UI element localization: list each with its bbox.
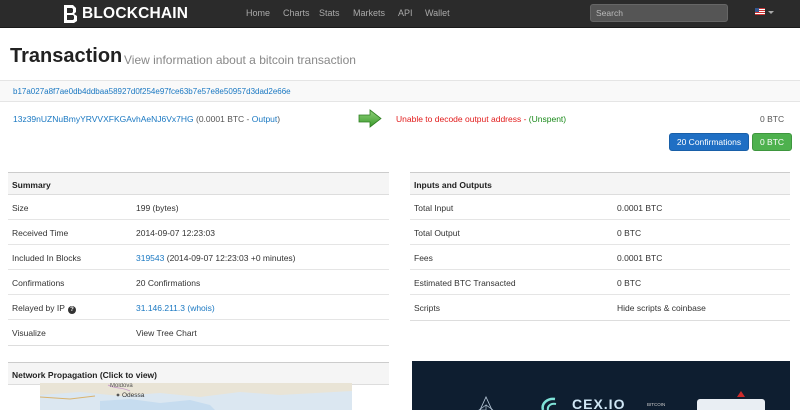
tree-chart-link[interactable]: View Tree Chart: [136, 328, 197, 338]
received-label: Received Time: [12, 228, 69, 238]
ad-tag-text: BITCOIN: [647, 402, 666, 407]
total-output-label: Total Output: [414, 228, 460, 238]
blocks-value: 319543 (2014-09-07 12:23:03 +0 minutes): [136, 253, 296, 263]
relayed-label-text: Relayed by IP: [12, 303, 65, 313]
output-amount: 0 BTC: [760, 114, 785, 124]
relay-ip-link[interactable]: 31.146.211.3: [136, 303, 185, 313]
propagation-heading[interactable]: Network Propagation (Click to view): [8, 363, 389, 385]
table-row: Received Time 2014-09-07 12:23:03: [8, 220, 389, 245]
propagation-panel: Network Propagation (Click to view): [8, 362, 389, 385]
relayed-value: 31.146.211.3 (whois): [136, 303, 215, 313]
question-icon[interactable]: ?: [67, 306, 76, 314]
output-status: (Unspent): [528, 114, 567, 124]
block-height-link[interactable]: 319543: [136, 253, 164, 263]
total-btc-button[interactable]: 0 BTC: [752, 133, 792, 151]
transaction-input: 13z39nUZNuBmyYRVVXFKGAvhAeNJ6Vx7HG (0.00…: [13, 114, 280, 124]
input-amount-close: ): [277, 114, 281, 124]
page-title: Transaction: [10, 45, 123, 67]
table-row: Relayed by IP? 31.146.211.3 (whois): [8, 295, 389, 320]
table-row: Total Output 0 BTC: [410, 220, 790, 245]
ad-brand-text: CEX.IO: [572, 396, 626, 410]
io-heading: Inputs and Outputs: [410, 173, 790, 195]
input-output-link[interactable]: Output: [252, 114, 278, 124]
confirmations-value: 20 Confirmations: [136, 278, 201, 288]
nav-charts[interactable]: Charts: [283, 8, 310, 18]
output-separator: -: [521, 114, 529, 124]
visualize-label: Visualize: [12, 328, 46, 338]
table-row: Estimated BTC Transacted 0 BTC: [410, 270, 790, 295]
us-flag-icon[interactable]: [755, 8, 765, 15]
relayed-label: Relayed by IP?: [12, 303, 76, 314]
transaction-output: Unable to decode output address - (Unspe…: [396, 114, 566, 124]
summary-heading: Summary: [8, 173, 389, 195]
propagation-map[interactable]: Moldova Odessa: [40, 383, 352, 410]
table-row: Total Input 0.0001 BTC: [410, 195, 790, 220]
map-label-moldova: Moldova: [110, 383, 133, 389]
estimated-label: Estimated BTC Transacted: [414, 278, 516, 288]
confirmations-button[interactable]: 20 Confirmations: [669, 133, 749, 151]
table-row: Fees 0.0001 BTC: [410, 245, 790, 270]
summary-panel: Summary Size 199 (bytes) Received Time 2…: [8, 172, 389, 346]
brand-name: BLOCKCHAIN: [82, 5, 189, 22]
table-row: Size 199 (bytes): [8, 195, 389, 220]
input-address-link[interactable]: 13z39nUZNuBmyYRVVXFKGAvhAeNJ6Vx7HG: [13, 114, 194, 124]
input-amount: (0.0001 BTC -: [196, 114, 252, 124]
arrow-right-icon: [358, 109, 382, 128]
fees-label: Fees: [414, 253, 433, 263]
scripts-label: Scripts: [414, 303, 440, 313]
search-input[interactable]: [590, 4, 728, 22]
confirmations-label: Confirmations: [12, 278, 65, 288]
blockchain-logo-icon: [64, 5, 77, 23]
map-image: [40, 383, 352, 410]
nav-api[interactable]: API: [398, 8, 413, 18]
total-input-value: 0.0001 BTC: [617, 203, 663, 213]
received-value: 2014-09-07 12:23:03: [136, 228, 215, 238]
table-row: Included In Blocks 319543 (2014-09-07 12…: [8, 245, 389, 270]
table-row: Scripts Hide scripts & coinbase: [410, 295, 790, 320]
chevron-down-icon[interactable]: [768, 11, 774, 14]
table-row: Visualize View Tree Chart: [8, 320, 389, 345]
map-label-odessa: Odessa: [122, 392, 145, 399]
output-error-text: Unable to decode output address: [396, 114, 522, 124]
size-label: Size: [12, 203, 29, 213]
estimated-value: 0 BTC: [617, 278, 642, 288]
page-subtitle: View information about a bitcoin transac…: [124, 53, 356, 67]
whois-link[interactable]: (whois): [185, 303, 214, 313]
hide-scripts-link[interactable]: Hide scripts & coinbase: [617, 303, 706, 313]
nav-home[interactable]: Home: [246, 8, 270, 18]
fees-value: 0.0001 BTC: [617, 253, 663, 263]
total-output-value: 0 BTC: [617, 228, 642, 238]
top-navbar: BLOCKCHAIN Home Charts Stats Markets API…: [0, 0, 800, 28]
inputs-outputs-panel: Inputs and Outputs Total Input 0.0001 BT…: [410, 172, 790, 321]
total-input-label: Total Input: [414, 203, 454, 213]
block-time: (2014-09-07 12:23:03 +0 minutes): [164, 253, 296, 263]
size-value: 199 (bytes): [136, 203, 179, 213]
table-row: Confirmations 20 Confirmations: [8, 270, 389, 295]
blocks-label: Included In Blocks: [12, 253, 81, 263]
nav-markets[interactable]: Markets: [353, 8, 385, 18]
nav-wallet[interactable]: Wallet: [425, 8, 450, 18]
transaction-hash-link[interactable]: b17a027a8f7ae0db4ddbaa58927d0f254e97fce6…: [13, 87, 291, 96]
nav-stats[interactable]: Stats: [319, 8, 340, 18]
ad-cta-button[interactable]: [697, 399, 765, 410]
brand-logo[interactable]: BLOCKCHAIN: [62, 4, 188, 24]
